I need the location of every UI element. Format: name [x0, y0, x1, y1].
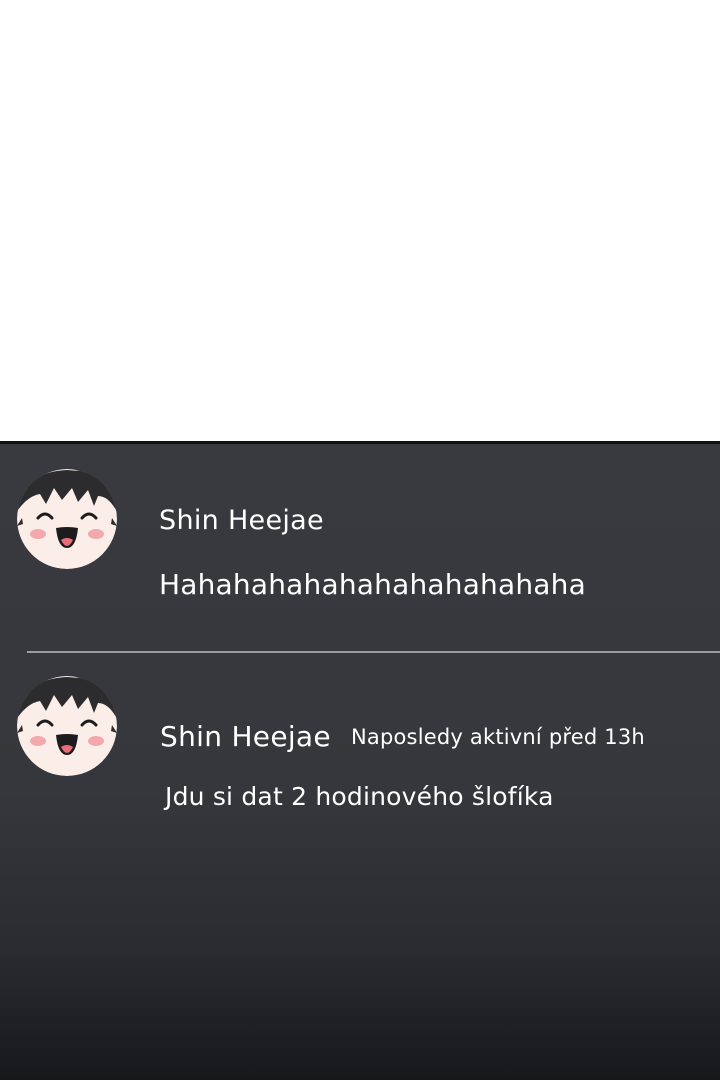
- avatar[interactable]: [14, 466, 120, 572]
- message-text: Hahahahahahahahahahahaha: [159, 568, 586, 601]
- message-text: Jdu si dat 2 hodinového šlofíka: [165, 782, 554, 811]
- avatar[interactable]: [14, 673, 120, 779]
- chat-message: Shin Heejae Hahahahahahahahahahahaha: [0, 463, 720, 653]
- last-active-status: Naposledy aktivní před 13h: [351, 725, 645, 749]
- message-divider: [27, 651, 720, 653]
- chat-message: Shin Heejae Naposledy aktivní před 13h J…: [0, 671, 720, 851]
- message-username[interactable]: Shin Heejae: [160, 720, 331, 753]
- blank-upper-area: [0, 0, 720, 441]
- chat-panel: Shin Heejae Hahahahahahahahahahahaha Shi…: [0, 441, 720, 1080]
- message-username[interactable]: Shin Heejae: [159, 505, 324, 536]
